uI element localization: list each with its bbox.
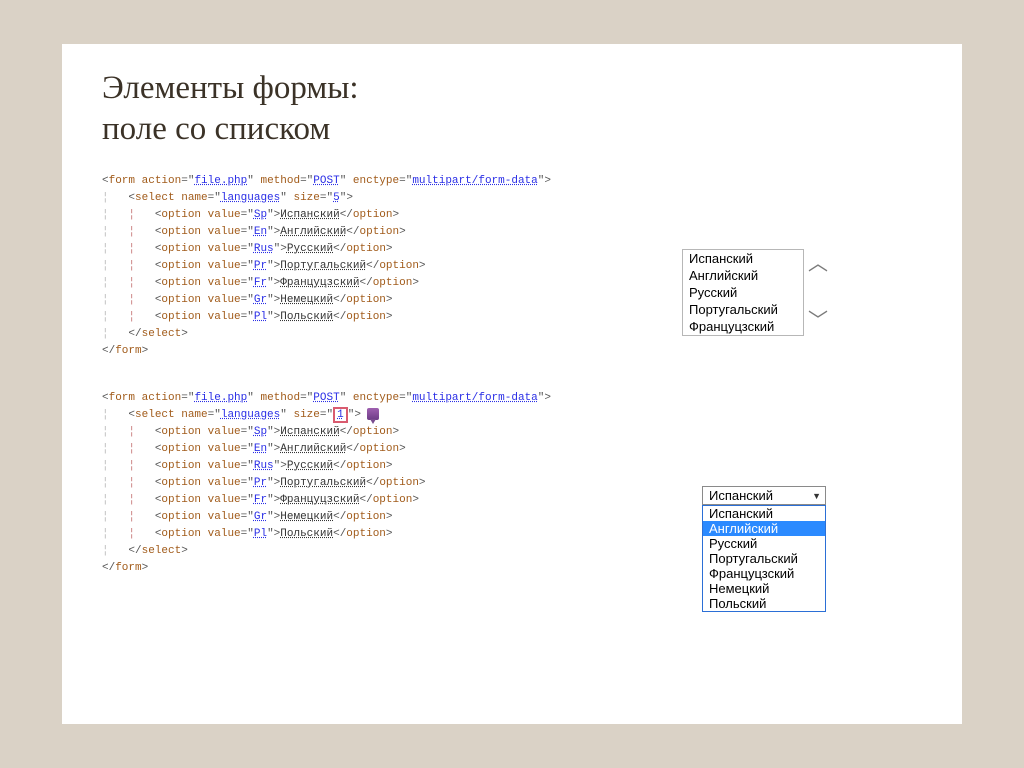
listbox-option[interactable]: Русский xyxy=(683,284,803,301)
scroll-down-icon[interactable]: ﹀ xyxy=(807,306,829,336)
dropdown-panel[interactable]: ИспанскийАнглийскийРусскийПортугальскийФ… xyxy=(702,505,826,612)
dropdown-preview: Испанский ▼ ИспанскийАнглийскийРусскийПо… xyxy=(702,486,826,612)
title-line-1: Элементы формы: xyxy=(102,70,359,106)
dropdown-option[interactable]: Португальский xyxy=(703,551,825,566)
callout-pin-icon xyxy=(367,408,379,420)
dropdown-closed[interactable]: Испанский ▼ xyxy=(702,486,826,505)
slide: Элементы формы: поле со списком <form ac… xyxy=(62,44,962,724)
listbox-option[interactable]: Английский xyxy=(683,267,803,284)
listbox-option[interactable]: Француцзский xyxy=(683,318,803,335)
dropdown-option[interactable]: Немецкий xyxy=(703,581,825,596)
title-line-2: поле со списком xyxy=(102,111,330,147)
dropdown-selected-label: Испанский xyxy=(709,488,773,503)
listbox-option[interactable]: Испанский xyxy=(683,250,803,267)
dropdown-option[interactable]: Француцзский xyxy=(703,566,825,581)
dropdown-option[interactable]: Русский xyxy=(703,536,825,551)
slide-title: Элементы формы: поле со списком xyxy=(102,68,922,151)
scroll-up-icon[interactable]: ︿ xyxy=(807,249,829,279)
listbox[interactable]: ИспанскийАнглийскийРусскийПортугальскийФ… xyxy=(682,249,804,336)
listbox-preview: ИспанскийАнглийскийРусскийПортугальскийФ… xyxy=(682,249,829,336)
listbox-scrollbar[interactable]: ︿ ﹀ xyxy=(807,249,829,336)
caret-down-icon: ▼ xyxy=(812,491,821,501)
dropdown-option[interactable]: Польский xyxy=(703,596,825,611)
dropdown-option[interactable]: Английский xyxy=(703,521,825,536)
dropdown-option[interactable]: Испанский xyxy=(703,506,825,521)
listbox-option[interactable]: Португальский xyxy=(683,301,803,318)
